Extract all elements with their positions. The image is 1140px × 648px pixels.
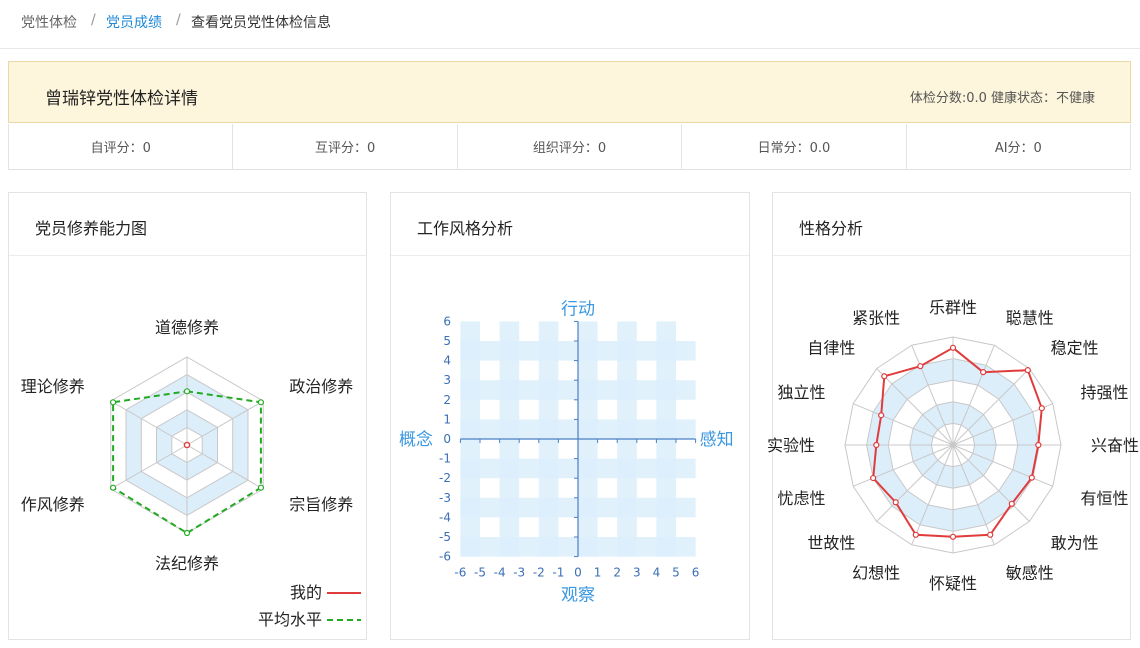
ai-score: AI分：0 [994, 141, 1042, 156]
breadcrumb: 党性体检 / 党员成绩 / 查看党员党性体检信息 [0, 0, 1140, 49]
radar-axis-label: 理论修养 [21, 377, 85, 396]
personality-radar-chart: 乐群性聪慧性稳定性持强性兴奋性有恒性敢为性敏感性怀疑性 幻想性 世故性 忧虑性 实验性 独… [767, 298, 1139, 593]
x-tick-label: -4 [494, 566, 506, 580]
radar-data-point [881, 373, 888, 380]
radar-axis-label: 宗旨修养 [289, 495, 353, 514]
x-tick-label: -1 [552, 566, 564, 580]
radar-data-point [949, 533, 957, 540]
radar-axis-label: 敢为性 [1051, 534, 1099, 553]
radar-axis-label: 紧张性 [852, 309, 900, 328]
radar-axis-label: 独立性 [777, 383, 825, 402]
ability-radar-chart: 道德修养政治修养宗旨修养法纪修养 作风修养 理论修养我的平均水平 [21, 318, 361, 629]
workstyle-chart-panel: 工作风格分析 -6 -5 -4 -3 -2 -1 0 1 2 3 4 5 6 6 5 4 3 2 1 0 -1 -2 -3-… [390, 192, 750, 640]
x-tick-label: 2 [613, 566, 621, 580]
breadcrumb-separator: / [91, 12, 96, 28]
y-tick-label: -2 [439, 471, 451, 485]
y-tick-label: -4 [439, 510, 451, 524]
ability-chart-panel: 党员修养能力图 道德修养 政治修养 宗旨修养 法纪修养 作风修养 理论修养 我的 平均水平 [8, 192, 367, 640]
y-tick-label: 6 [443, 314, 451, 328]
radar-axis-label: 怀疑性 [929, 574, 977, 593]
score-summary-row: 自评分：0 互评分：0 组织评分：0 日常分：0.0 AI分：0 [8, 124, 1131, 170]
breadcrumb-item-physical-exam[interactable]: 党性体检 [21, 12, 77, 32]
radar-data-point [987, 531, 994, 538]
breadcrumb-separator: / [176, 12, 181, 28]
workstyle-quadrant-chart: -6 -5 -4 -3 -2 -1 0 1 2 3 4 5 66543210-1-2-3-4-5-6行动… [399, 299, 734, 606]
radar-data-point [949, 344, 957, 351]
y-tick-label: 5 [443, 334, 451, 348]
radar-axis-label: 敏感性 [1006, 563, 1054, 582]
radar-axis-label: 世故性 [807, 534, 855, 553]
x-tick-label: -5 [474, 566, 486, 580]
radar-data-point [1028, 474, 1035, 481]
radar-axis-label: 稳定性 [1051, 338, 1099, 357]
radar-axis-label: 兴奋性 [1091, 436, 1139, 455]
y-tick-label: 0 [443, 432, 451, 446]
radar-axis-label: 法纪修养 [155, 554, 219, 573]
y-tick-label: -5 [439, 530, 451, 544]
daily-score: 日常分：0.0 [682, 124, 907, 169]
radar-data-point [109, 484, 117, 491]
y-tick-label: 3 [443, 373, 451, 387]
page-title: 曾瑞锌党性体检详情 [45, 89, 198, 109]
personality-chart-panel: 性格分析 乐群性 聪慧性 稳定性 持强性 兴奋性 有恒性 敢为性 敏感性 怀疑性 幻想性 世故性 忧虑… [767, 192, 1139, 640]
radar-axis-label: 作风修养 [21, 495, 85, 514]
radar-data-point [1008, 500, 1015, 507]
y-tick-label: -3 [439, 491, 451, 505]
radar-axis-label: 聪慧性 [1006, 309, 1054, 328]
detail-header: 曾瑞锌党性体检详情 体检分数:0.0 健康状态：不健康 [8, 61, 1131, 123]
y-tick-label: 4 [443, 354, 451, 368]
radar-data-point [1038, 405, 1045, 412]
axis-label-left: 概念 [399, 429, 433, 450]
x-tick-label: 3 [633, 566, 641, 580]
legend-label: 我的 [290, 583, 322, 602]
legend-label: 平均水平 [258, 610, 322, 629]
radar-axis-label: 道德修养 [155, 318, 219, 337]
radar-data-point [257, 399, 265, 406]
x-tick-label: -6 [454, 566, 466, 580]
radar-data-point [870, 474, 877, 482]
axis-label-bottom: 观察 [561, 586, 595, 606]
x-tick-label: 0 [574, 566, 582, 580]
radar-data-point [873, 441, 880, 449]
axis-label-right: 感知 [700, 430, 734, 450]
radar-data-point [912, 531, 919, 538]
radar-data-point [257, 484, 265, 491]
y-tick-label: 1 [443, 412, 451, 426]
y-tick-label: -6 [439, 550, 451, 564]
y-tick-label: 2 [443, 393, 451, 407]
radar-axis-label: 忧虑性 [777, 489, 825, 508]
breadcrumb-item-member-scores[interactable]: 党员成绩 [106, 12, 162, 32]
radar-data-point [183, 529, 191, 537]
radar-axis-label: 持强性 [1080, 383, 1128, 402]
radar-data-point [183, 388, 191, 395]
x-tick-label: -2 [533, 566, 545, 580]
radar-axis-label: 幻想性 [852, 563, 900, 582]
radar-axis-label: 自律性 [807, 338, 855, 357]
peer-score: 互评分：0 [233, 124, 458, 169]
radar-data-point [892, 499, 899, 506]
x-tick-label: -3 [513, 566, 525, 580]
self-score: 自评分：0 [9, 124, 234, 169]
x-tick-label: 4 [653, 566, 661, 580]
organization-score: 组织评分：0 [458, 124, 683, 169]
radar-data-point [109, 399, 117, 406]
radar-axis-label: 乐群性 [929, 298, 977, 317]
x-tick-label: 5 [672, 566, 680, 580]
radar-axis-label: 政治修养 [289, 377, 353, 396]
radar-data-point [1024, 367, 1031, 374]
radar-data-point [183, 441, 191, 449]
radar-data-point [878, 412, 885, 419]
health-status: 体检分数:0.0 健康状态：不健康 [909, 91, 1095, 106]
radar-data-point [1035, 441, 1042, 449]
breadcrumb-item-current: 查看党员党性体检信息 [191, 15, 331, 31]
axis-label-top: 行动 [561, 299, 595, 319]
radar-data-point [980, 369, 987, 376]
x-tick-label: 1 [594, 566, 602, 580]
radar-axis-label: 实验性 [767, 436, 815, 455]
radar-axis-label: 有恒性 [1080, 489, 1128, 508]
y-tick-label: -1 [439, 452, 451, 466]
x-tick-label: 6 [692, 566, 700, 580]
radar-data-point [917, 363, 924, 370]
